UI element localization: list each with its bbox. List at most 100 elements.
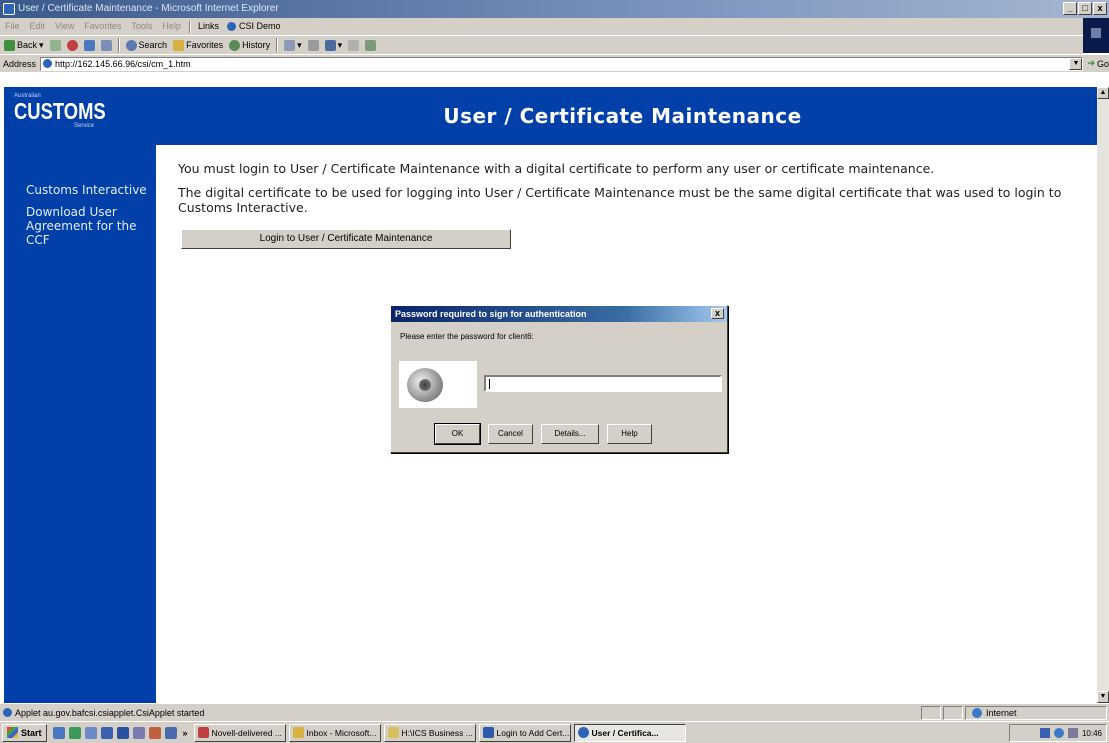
customs-logo[interactable]: Australian CUSTOMS Service <box>14 93 134 129</box>
back-label: Back <box>17 40 38 50</box>
dialog-button-row: OK Cancel Details... Help <box>434 423 652 445</box>
home-button[interactable] <box>100 39 112 51</box>
address-input[interactable]: http://162.145.66.96/csi/cm_1.htm ▼ <box>40 56 1084 71</box>
search-icon <box>125 39 137 51</box>
start-button[interactable]: Start <box>2 723 47 742</box>
vertical-scrollbar[interactable]: ▲ ▼ <box>1097 87 1109 703</box>
toolbar-separator <box>117 38 120 52</box>
go-label: Go <box>1096 58 1109 69</box>
refresh-button[interactable] <box>83 39 95 51</box>
ie-throbber-logo <box>1083 18 1109 53</box>
quick-launch-icon[interactable] <box>84 726 97 739</box>
print-button[interactable] <box>307 39 319 51</box>
menu-help[interactable]: Help <box>157 18 186 35</box>
key-lock-icon <box>399 361 477 408</box>
scroll-down-button[interactable]: ▼ <box>1097 691 1109 703</box>
close-button[interactable]: x <box>1093 2 1107 15</box>
sidebar-link-customs-interactive[interactable]: Customs Interactive <box>26 183 152 197</box>
quick-launch-icon[interactable] <box>68 726 81 739</box>
windows-taskbar: Start » Novell-delivered ... Inbox - Mic… <box>0 721 1109 743</box>
status-bar: Applet au.gov.bafcsi.csiapplet.CsiApplet… <box>0 703 1109 721</box>
menu-edit[interactable]: Edit <box>25 18 51 35</box>
scroll-up-button[interactable]: ▲ <box>1097 87 1109 99</box>
network-icon[interactable] <box>1039 728 1050 738</box>
status-message: Applet au.gov.bafcsi.csiapplet.CsiApplet… <box>0 708 921 718</box>
quick-launch-icon[interactable] <box>164 726 177 739</box>
go-button[interactable]: ➔ Go <box>1087 58 1109 69</box>
taskbar-item-label: Novell-delivered ... <box>211 727 282 738</box>
favorites-label: Favorites <box>186 40 224 50</box>
page-status-icon <box>3 708 12 717</box>
login-button[interactable]: Login to User / Certificate Maintenance <box>181 229 511 249</box>
password-dialog: Password required to sign for authentica… <box>390 305 728 453</box>
menu-favorites[interactable]: Favorites <box>79 18 126 35</box>
address-label: Address <box>3 58 37 69</box>
refresh-icon <box>83 39 95 51</box>
start-label: Start <box>21 727 42 738</box>
taskbar-item-active[interactable]: User / Certifica... <box>573 723 686 742</box>
messenger-button[interactable] <box>365 39 377 51</box>
menu-file[interactable]: File <box>0 18 25 35</box>
main-content: You must login to User / Certificate Mai… <box>178 161 1083 249</box>
details-button[interactable]: Details... <box>541 424 599 444</box>
window-controls: _ □ x <box>1063 2 1107 15</box>
taskbar-item-label: Login to Add Cert... <box>496 727 570 738</box>
cancel-button[interactable]: Cancel <box>488 424 533 444</box>
stop-button[interactable] <box>66 39 78 51</box>
clock[interactable]: 10:46 <box>1082 729 1102 738</box>
forward-button[interactable] <box>49 39 61 51</box>
discuss-button[interactable] <box>348 39 360 51</box>
history-button[interactable]: History <box>229 39 270 51</box>
menu-view[interactable]: View <box>50 18 79 35</box>
page-title: User / Certificate Maintenance <box>443 104 802 128</box>
taskbar-item[interactable]: Novell-delivered ... <box>193 723 286 742</box>
ie-icon <box>577 727 589 738</box>
messenger-icon <box>365 39 377 51</box>
quick-launch-icon[interactable] <box>132 726 145 739</box>
taskbar-item[interactable]: Login to Add Cert... <box>478 723 571 742</box>
dialog-close-button[interactable]: x <box>711 308 724 319</box>
sidebar-link-download-agreement[interactable]: Download User Agreement for the CCF <box>26 205 152 247</box>
back-arrow-icon <box>4 39 15 51</box>
taskbar-item[interactable]: Inbox - Microsoft... <box>288 723 381 742</box>
maximize-button[interactable]: □ <box>1078 2 1092 15</box>
password-input[interactable] <box>484 375 722 392</box>
dropdown-arrow-icon: ▾ <box>297 39 302 50</box>
outlook-icon <box>292 727 304 738</box>
back-button[interactable]: Back ▾ <box>4 39 44 51</box>
link-csi-demo[interactable]: CSI Demo <box>223 18 285 35</box>
menu-tools[interactable]: Tools <box>126 18 157 35</box>
search-button[interactable]: Search <box>125 39 167 51</box>
quick-launch-icon[interactable] <box>148 726 161 739</box>
key-hole <box>419 379 431 391</box>
go-arrow-icon: ➔ <box>1087 58 1095 68</box>
edit-button[interactable]: ▾ <box>324 39 342 51</box>
history-icon <box>229 39 241 51</box>
quick-launch-icon[interactable] <box>52 726 65 739</box>
dialog-title-bar[interactable]: Password required to sign for authentica… <box>391 306 727 322</box>
minimize-button[interactable]: _ <box>1063 2 1077 15</box>
quick-launch-icon[interactable] <box>116 726 129 739</box>
windows-flag-icon <box>1091 28 1101 38</box>
quick-launch-overflow-icon[interactable]: » <box>183 728 188 738</box>
windows-logo-icon <box>7 727 18 738</box>
address-dropdown-button[interactable]: ▼ <box>1069 57 1083 70</box>
favorites-button[interactable]: Favorites <box>173 39 224 51</box>
ie-page-icon <box>226 22 236 31</box>
taskbar-item[interactable]: H:\ICS Business ... <box>383 723 476 742</box>
messenger-tray-icon[interactable] <box>1053 728 1064 738</box>
links-label[interactable]: Links <box>194 18 223 35</box>
dialog-prompt: Please enter the password for client6: <box>400 332 534 341</box>
discuss-icon <box>348 39 360 51</box>
mail-button[interactable]: ▾ <box>284 39 302 51</box>
window-title-bar[interactable]: User / Certificate Maintenance - Microso… <box>0 0 1109 18</box>
status-cell <box>943 705 963 720</box>
logo-main-text: CUSTOMS <box>14 98 106 124</box>
window-title: User / Certificate Maintenance - Microso… <box>18 3 279 14</box>
forward-arrow-icon <box>49 39 61 51</box>
zone-label: Internet <box>986 707 1017 718</box>
ok-button[interactable]: OK <box>434 423 481 445</box>
quick-launch-icon[interactable] <box>100 726 113 739</box>
volume-icon[interactable] <box>1067 728 1078 738</box>
help-button[interactable]: Help <box>607 424 652 444</box>
